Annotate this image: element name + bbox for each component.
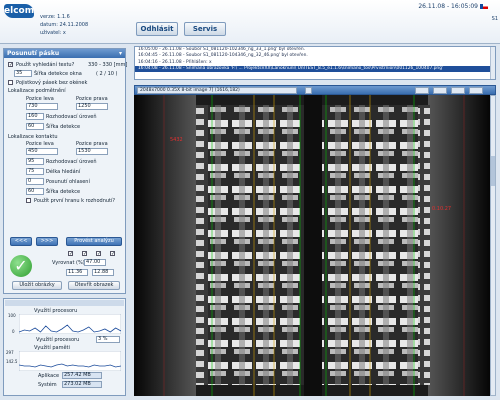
value1-input[interactable]: 11.36 bbox=[66, 269, 88, 276]
horizontal-checkbox[interactable] bbox=[8, 80, 13, 85]
mem-scale-mid: 142.5 bbox=[6, 359, 18, 364]
tool-button-4[interactable] bbox=[469, 87, 483, 94]
app-mem-value: 257.42 MB bbox=[62, 372, 102, 379]
user-row: uživatel: x bbox=[40, 30, 66, 36]
option-checkbox-1[interactable] bbox=[68, 251, 73, 256]
tool-button-2[interactable] bbox=[433, 87, 447, 94]
tool-button-1[interactable] bbox=[415, 87, 429, 94]
elcom-logo: elcom bbox=[4, 4, 35, 18]
version-row: verze: 1.1.6 bbox=[40, 14, 70, 20]
zoom-icon[interactable] bbox=[305, 87, 312, 94]
language-flag-icon[interactable] bbox=[480, 4, 488, 9]
value2-input[interactable]: 12.88 bbox=[92, 269, 114, 276]
k-level-label: Rozhodovací úroveň bbox=[46, 159, 97, 165]
k-right-edge-label: Pozice prava bbox=[76, 141, 108, 147]
k-length-label: Délka hledání bbox=[46, 169, 81, 175]
logout-button[interactable]: Odhlásit bbox=[136, 22, 178, 36]
loc-level-label: Rozhodovací úroveň bbox=[46, 114, 97, 120]
loc-width-label: Šířka detekce bbox=[46, 124, 81, 130]
k-extra-label: Použít první hranu k rozhodnutí? bbox=[34, 198, 116, 204]
k-left-edge-label: Pozice leva bbox=[26, 141, 54, 147]
loc-left-input[interactable]: 730 bbox=[26, 103, 58, 110]
right-edge-label: Pozice prava bbox=[76, 96, 108, 102]
system-monitor-panel: Využití procesoru 100 0 Využití procesor… bbox=[3, 298, 126, 396]
proc-scale-zero: 0 bbox=[12, 329, 15, 334]
k-left-input[interactable]: 450 bbox=[26, 148, 58, 155]
collapse-chevron-icon[interactable]: ▾ bbox=[119, 50, 122, 57]
use-offset-label: Použít vyhledání textu? bbox=[16, 62, 75, 68]
date-value: 24.11.2008 bbox=[59, 22, 89, 28]
section-contact-label: Lokalizace kontaktu bbox=[8, 134, 58, 140]
sys-mem-label: Systém bbox=[38, 382, 57, 388]
viewer-scroll-thumb[interactable] bbox=[491, 156, 495, 186]
image-viewer[interactable]: 5432 0.10.27 bbox=[134, 95, 490, 396]
viewer-toolbar: 2048x7000 0.35X 8-bit image 7] (1616,182… bbox=[134, 85, 496, 95]
date-row: datum: 24.11.2008 bbox=[40, 22, 88, 28]
loc-right-input[interactable]: 1250 bbox=[76, 103, 108, 110]
k-width-input[interactable]: 60 bbox=[26, 188, 44, 195]
proc-value: 3 % bbox=[96, 336, 120, 343]
panel-title: Posunutí pásku bbox=[4, 49, 125, 58]
cpu-graph bbox=[19, 314, 121, 334]
tool-button-3[interactable] bbox=[451, 87, 465, 94]
user-value: x bbox=[62, 30, 66, 36]
marker-left: 5432 bbox=[170, 137, 183, 143]
datetime-display: 26.11.08 - 16:05:09 bbox=[418, 3, 478, 10]
log-line-selected: 16:04:08 - 26.11.08 - Snímaná obrazovka … bbox=[135, 65, 495, 73]
sys-mem-value: 273.02 MB bbox=[62, 381, 102, 388]
horizontal-label: Pojistkový pásek bez okének bbox=[16, 80, 88, 86]
mem-scale-top: 297 bbox=[6, 350, 14, 355]
save-images-button[interactable]: Uložit obrázky bbox=[12, 281, 62, 290]
k-extra-checkbox[interactable] bbox=[26, 198, 31, 203]
left-edge-label: Pozice leva bbox=[26, 96, 54, 102]
detection-label: Šířka detekce okna bbox=[34, 71, 82, 77]
prev-button[interactable]: <<< bbox=[10, 237, 32, 246]
log-scrollbar[interactable] bbox=[490, 47, 495, 79]
loc-level-input[interactable]: 160 bbox=[26, 113, 44, 120]
k-right-input[interactable]: 1530 bbox=[76, 148, 108, 155]
offset-range: 330 - 330 [mm] bbox=[88, 62, 128, 68]
k-level-input[interactable]: 95 bbox=[26, 158, 44, 165]
memory-graph bbox=[19, 351, 121, 371]
next-button[interactable]: >>> bbox=[36, 237, 58, 246]
detection-range: ( 2 / 10 ) bbox=[96, 71, 118, 77]
event-log[interactable]: 16:05:00 - 26.11.08 - Soubor S1_081120-1… bbox=[134, 46, 496, 80]
option-checkbox-4[interactable] bbox=[110, 251, 115, 256]
app-mem-label: Aplikace bbox=[38, 373, 60, 379]
run-analysis-button[interactable]: Provést analýzu bbox=[66, 237, 122, 246]
version-label: verze: bbox=[40, 14, 56, 20]
proc-scale-top: 100 bbox=[8, 313, 16, 318]
image-info: 2048x7000 0.35X 8-bit image 7] (1616,182… bbox=[137, 87, 297, 94]
k-width-label: Šířka detekce bbox=[46, 189, 81, 195]
k-count-label: Posunutí ohlasení bbox=[46, 179, 90, 185]
option-checkbox-3[interactable] bbox=[96, 251, 101, 256]
detection-input[interactable]: 35 bbox=[14, 70, 32, 77]
k-count-input[interactable]: 0 bbox=[26, 178, 44, 185]
section-localization-label: Lokalizace podmětnění bbox=[8, 88, 66, 94]
proc-value-label: Využití procesoru bbox=[36, 337, 80, 343]
open-image-button[interactable]: Otevřít obrazek bbox=[68, 281, 120, 290]
date-label: datum: bbox=[40, 22, 58, 28]
loc-width-input[interactable]: 60 bbox=[26, 123, 44, 130]
option-checkbox-2[interactable] bbox=[82, 251, 87, 256]
counts-value-input[interactable]: 47.00 bbox=[84, 259, 106, 266]
user-label: uživatel: bbox=[40, 30, 62, 36]
service-button[interactable]: Servis bbox=[184, 22, 226, 36]
monitor-header-bar bbox=[5, 300, 124, 306]
version-value: 1.1.6 bbox=[57, 14, 70, 20]
k-length-input[interactable]: 75 bbox=[26, 168, 44, 175]
station-code: S1 bbox=[491, 16, 498, 22]
counts-label: Vyrovnat (%) bbox=[52, 260, 85, 266]
tape-image: 5432 0.10.27 bbox=[134, 95, 490, 396]
app-header: elcom verze: 1.1.6 datum: 24.11.2008 uži… bbox=[0, 0, 500, 44]
use-offset-checkbox[interactable] bbox=[8, 62, 13, 67]
status-ok-icon: ✓ bbox=[10, 255, 32, 277]
marker-right: 0.10.27 bbox=[432, 206, 451, 212]
viewer-scrollbar[interactable] bbox=[490, 95, 496, 396]
